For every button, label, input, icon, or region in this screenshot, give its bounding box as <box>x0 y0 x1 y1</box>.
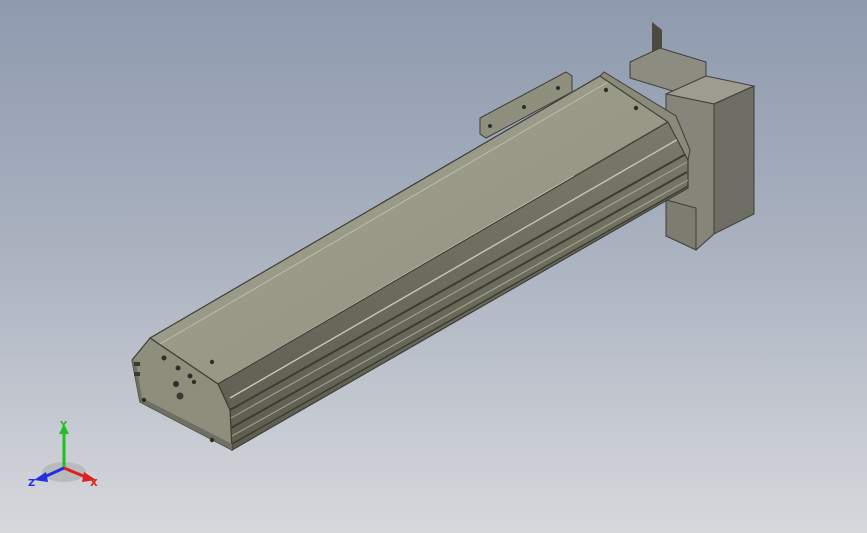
x-axis-label: X <box>90 478 98 489</box>
cad-viewport[interactable]: Y X Z <box>0 0 867 533</box>
top-screw-hole <box>209 359 215 365</box>
top-screw-hole <box>603 87 609 93</box>
y-axis-label: Y <box>59 420 68 431</box>
z-axis-label: Z <box>28 478 35 489</box>
top-screw-hole <box>633 105 639 111</box>
linear-actuator-model[interactable] <box>0 0 867 533</box>
z-axis-arrowhead <box>34 472 48 482</box>
orientation-triad[interactable]: Y X Z <box>26 418 106 490</box>
